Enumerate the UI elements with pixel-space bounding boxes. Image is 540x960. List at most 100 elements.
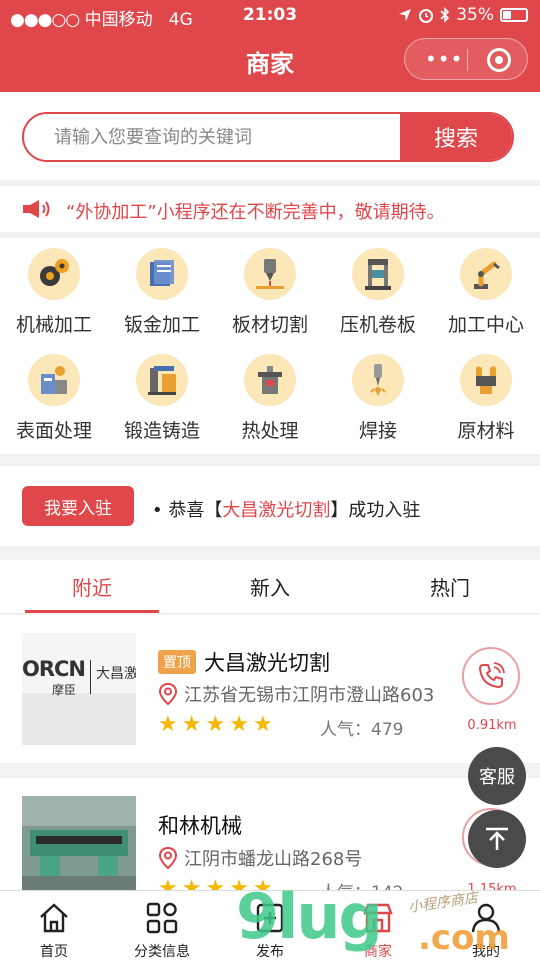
tab-hot[interactable]: 热门: [385, 572, 515, 601]
category-label: 机械加工: [15, 314, 92, 336]
heat-treatment-icon: [244, 354, 296, 406]
nav-home[interactable]: 首页: [0, 891, 108, 960]
notice-text: “外协加工”小程序还在不断完善中，敬请期待。: [66, 202, 445, 223]
category-label: 加工中心: [447, 314, 524, 336]
speaker-icon: [23, 200, 50, 218]
shop-address: 江阴市蟠龙山路268号: [184, 849, 363, 870]
popularity-count: 479: [371, 720, 404, 740]
robot-arm-icon: [460, 248, 512, 300]
shop-card[interactable]: 和林机械 江阴市蟠龙山路268号 ★★★★★ 人气：142 1.15km: [0, 778, 540, 903]
cutting-icon: [244, 248, 296, 300]
category-label: 钣金加工: [123, 314, 200, 336]
search-input[interactable]: [24, 114, 402, 160]
category-item[interactable]: 板材切割: [216, 244, 324, 344]
location-icon: [399, 9, 412, 21]
nav-label: 分类信息: [134, 944, 190, 960]
watermark-logo: 9lug: [236, 880, 383, 953]
category-item[interactable]: 原材料: [432, 350, 540, 450]
call-button[interactable]: [462, 647, 520, 705]
surface-treatment-icon: [28, 354, 80, 406]
category-label: 表面处理: [15, 420, 92, 442]
raw-material-icon: [460, 354, 512, 406]
welding-icon: [352, 354, 404, 406]
category-item[interactable]: 锻造铸造: [108, 350, 216, 450]
popularity: 人气：479: [320, 715, 403, 740]
sheet-metal-icon: [136, 248, 188, 300]
battery-level: [503, 11, 511, 19]
shop-name: 大昌激光切割: [204, 651, 330, 675]
shop-address: 江苏省无锡市江阴市澄山路603: [184, 685, 435, 706]
capsule-divider: [467, 49, 468, 71]
gears-icon: [28, 248, 80, 300]
press-icon: [352, 248, 404, 300]
star-icon: ★: [252, 712, 273, 737]
join-button[interactable]: 我要入驻: [22, 486, 134, 526]
shop-card[interactable]: ORCN 摩臣 大昌激 置顶 大昌激光切割 江苏省无锡市江阴市澄山路603 ★ ★ ★…: [0, 615, 540, 763]
active-tab-indicator: [25, 610, 159, 613]
watermark-domain: .com: [418, 918, 510, 958]
category-item[interactable]: 压机卷板: [324, 244, 432, 344]
notice-bar: “外协加工”小程序还在不断完善中，敬请期待。: [0, 186, 540, 232]
category-label: 压机卷板: [339, 314, 416, 336]
nav-label: 首页: [40, 944, 68, 960]
nav-category[interactable]: 分类信息: [108, 891, 216, 960]
category-item[interactable]: 焊接: [324, 350, 432, 450]
battery-percent: 35%: [456, 5, 494, 25]
shop-photo: [22, 796, 136, 890]
shop-address-row: 江阴市蟠龙山路268号: [158, 845, 362, 871]
header-bar: ●●●○○ 中国移动 4G 21:03 35% 商家 •••: [0, 0, 540, 92]
tab-new[interactable]: 新入: [205, 572, 335, 601]
shop-distance: 0.91km: [467, 718, 517, 733]
shop-name-row: 置顶 大昌激光切割: [158, 647, 330, 677]
category-label: 焊接: [358, 420, 397, 442]
rating-stars: ★ ★ ★ ★ ★: [158, 714, 273, 736]
join-suffix: 】成功入驻: [330, 500, 421, 521]
category-item[interactable]: 机械加工: [0, 244, 108, 344]
star-icon: ★: [181, 712, 202, 737]
shop-address-row: 江苏省无锡市江阴市澄山路603: [158, 681, 434, 707]
battery-icon: [500, 8, 528, 22]
forging-icon: [136, 354, 188, 406]
logo-divider: [90, 660, 91, 694]
more-icon[interactable]: •••: [425, 49, 463, 69]
category-label: 原材料: [457, 420, 515, 442]
category-label: 锻造铸造: [123, 420, 200, 442]
joined-company[interactable]: 大昌激光切割: [222, 500, 330, 521]
alarm-icon: [419, 9, 434, 23]
logo-text: ORCN: [22, 657, 86, 681]
status-bar: ●●●○○ 中国移动 4G 21:03 35%: [0, 0, 540, 32]
battery-info: 35%: [398, 5, 528, 25]
category-item[interactable]: 热处理: [216, 350, 324, 450]
back-to-top-icon: [486, 827, 508, 850]
category-label: 热处理: [241, 420, 299, 442]
shop-logo: ORCN 摩臣 大昌激: [22, 633, 136, 745]
search-button[interactable]: 搜索: [400, 114, 512, 160]
mini-program-capsule: •••: [404, 38, 528, 80]
grid-icon: [146, 902, 178, 934]
home-icon: [40, 903, 68, 933]
join-prefix: 恭喜【: [168, 500, 223, 521]
popularity-label: 人气：: [320, 720, 371, 740]
logo-subtext: 摩臣: [52, 683, 77, 697]
star-icon: ★: [205, 712, 226, 737]
close-target-icon[interactable]: [487, 48, 511, 72]
tab-nearby[interactable]: 附近: [27, 572, 157, 601]
star-icon: ★: [229, 712, 249, 737]
shop-name: 和林机械: [158, 814, 242, 838]
category-grid: 机械加工 钣金加工 板材切割 压机卷板 加工中心 表面处理 锻造铸造 热处理 焊…: [0, 238, 540, 454]
category-label: 板材切割: [231, 314, 308, 336]
category-item[interactable]: 钣金加工: [108, 244, 216, 344]
back-to-top-button[interactable]: [468, 810, 526, 868]
phone-icon: [478, 662, 505, 689]
join-announcement: • 恭喜【大昌激光切割】成功入驻: [152, 496, 420, 522]
customer-service-button[interactable]: 客服: [468, 747, 526, 805]
shop-tabs: 附近 新入 热门: [0, 560, 540, 614]
location-pin-icon: [158, 847, 178, 869]
category-item[interactable]: 加工中心: [432, 244, 540, 344]
category-item[interactable]: 表面处理: [0, 350, 108, 450]
pinned-badge: 置顶: [158, 650, 196, 674]
star-icon: ★: [158, 712, 178, 737]
search-section: 搜索: [0, 92, 540, 180]
location-pin-icon: [158, 683, 178, 705]
bluetooth-icon: [440, 7, 450, 23]
